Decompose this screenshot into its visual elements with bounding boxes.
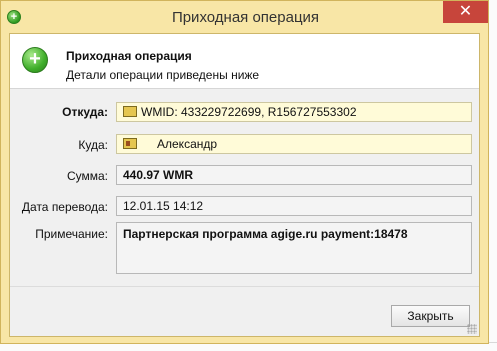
plus-icon: + [22,47,48,73]
title-bar[interactable]: + Приходная операция ✕ [1,1,488,33]
header-subtitle: Детали операции приведены ниже [66,68,260,82]
amount-field[interactable]: 440.97 WMR [116,165,472,185]
note-field[interactable]: Партнерская программа agige.ru payment:1… [116,222,472,274]
from-value: WMID: 433229722699, R156727553302 [141,105,357,119]
close-button[interactable]: Закрыть [391,305,470,327]
to-value: Александр [157,137,218,151]
from-field[interactable]: WMID: 433229722699, R156727553302 [116,102,472,122]
amount-label: Сумма: [66,169,108,183]
header-title: Приходная операция [66,49,192,63]
date-value: 12.01.15 14:12 [123,199,204,213]
to-field[interactable]: Александр [116,134,472,154]
resize-grip-icon[interactable] [467,324,477,334]
footer-divider [10,286,479,287]
dialog-body: + Приходная операция Детали операции при… [9,33,480,337]
from-label: Откуда: [62,105,108,119]
window-title: Приходная операция [171,9,320,26]
wallet-icon [123,106,137,117]
dialog-header: + Приходная операция Детали операции при… [10,34,479,89]
window-close-button[interactable]: ✕ [443,1,488,23]
incoming-operation-dialog: + Приходная операция ✕ + Приходная опера… [0,0,489,344]
amount-value: 440.97 WMR [123,168,194,182]
contact-card-icon [123,138,137,149]
date-label: Дата перевода: [21,200,108,214]
date-field[interactable]: 12.01.15 14:12 [116,196,472,216]
note-value: Партнерская программа agige.ru payment:1… [123,227,408,241]
note-label: Примечание: [35,227,108,241]
to-label: Куда: [78,138,108,152]
